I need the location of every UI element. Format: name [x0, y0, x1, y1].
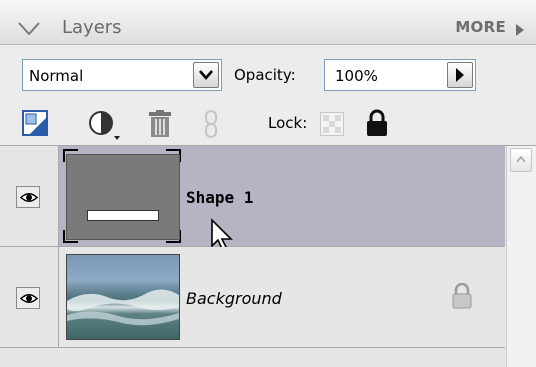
triangle-right-icon[interactable] — [516, 21, 524, 40]
layer-row-shape-1[interactable]: Shape 1 — [0, 146, 505, 253]
blend-mode-select[interactable]: Normal — [22, 59, 222, 91]
opacity-value: 100% — [335, 67, 378, 85]
layer-name[interactable]: Background — [186, 289, 282, 308]
layer-thumbnail[interactable] — [66, 254, 180, 340]
opacity-slider-button[interactable] — [447, 62, 473, 88]
ocean-wave-image — [67, 289, 179, 326]
opacity-label: Opacity: — [234, 66, 296, 84]
new-layer-icon[interactable] — [22, 110, 48, 140]
trash-icon[interactable] — [148, 110, 172, 142]
layer-lock-icon — [452, 282, 472, 313]
blend-mode-value: Normal — [29, 67, 84, 85]
blend-mode-dropdown-button[interactable] — [193, 62, 219, 88]
layers-scrollbar[interactable] — [506, 146, 536, 367]
chevron-up-icon — [516, 156, 526, 163]
triangle-right-icon — [456, 68, 464, 82]
layer-controls: Normal Opacity: 100% Lock: — [0, 45, 536, 146]
visibility-toggle[interactable] — [16, 186, 40, 208]
layer-name[interactable]: Shape 1 — [186, 188, 253, 207]
eye-icon — [20, 294, 38, 303]
chevron-down-icon — [199, 70, 213, 80]
adjustment-layer-icon[interactable] — [88, 110, 122, 144]
layer-thumbnail[interactable] — [66, 154, 180, 240]
padlock-icon[interactable] — [366, 109, 388, 141]
link-icon[interactable] — [204, 110, 218, 142]
shape-bar — [87, 210, 159, 221]
opacity-field[interactable]: 100% — [324, 59, 476, 91]
panel-header: Layers MORE — [0, 0, 536, 45]
lock-transparent-icon[interactable] — [320, 112, 344, 140]
eye-icon — [20, 193, 38, 202]
triangle-down-icon[interactable] — [18, 20, 40, 39]
lock-label: Lock: — [268, 114, 308, 132]
layers-list: Shape 1 Background — [0, 146, 505, 367]
panel-title: Layers — [62, 17, 122, 38]
visibility-toggle[interactable] — [16, 287, 40, 309]
layers-panel: Layers MORE Normal Opacity: 100% Lock: S… — [0, 0, 536, 367]
scroll-up-button[interactable] — [510, 148, 532, 172]
visibility-cell — [0, 247, 59, 347]
layer-row-background[interactable]: Background — [0, 247, 505, 348]
visibility-cell — [0, 146, 59, 246]
more-button[interactable]: MORE — [455, 18, 506, 36]
